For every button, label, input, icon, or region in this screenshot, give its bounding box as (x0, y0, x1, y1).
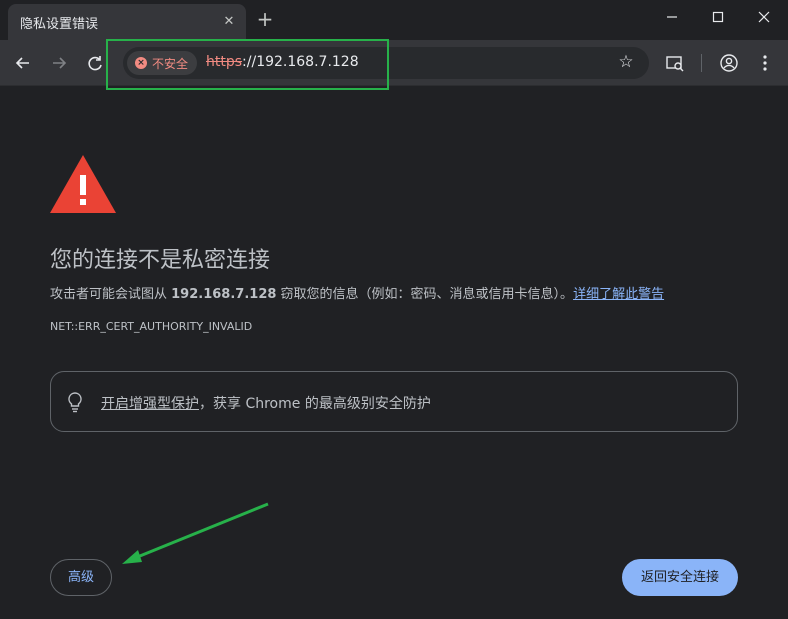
reload-button[interactable] (84, 52, 106, 74)
star-icon[interactable]: ☆ (616, 52, 636, 72)
profile-icon (720, 54, 738, 72)
enhanced-protection-card: 开启增强型保护，获享 Chrome 的最高级别安全防护 (50, 371, 738, 432)
menu-button[interactable] (754, 52, 776, 74)
page-title: 您的连接不是私密连接 (50, 248, 271, 273)
warning-description: 攻击者可能会试图从 192.168.7.128 窃取您的信息（例如：密码、消息或… (50, 283, 664, 302)
annotation-highlight-box (106, 39, 389, 90)
tab-active[interactable]: 隐私设置错误 ✕ (8, 4, 246, 40)
arrow-left-icon (15, 57, 29, 69)
tab-close-icon[interactable]: ✕ (220, 13, 238, 31)
profile-button[interactable] (718, 52, 740, 74)
forward-nav-button[interactable] (48, 52, 70, 74)
back-to-safety-button[interactable]: 返回安全连接 (622, 559, 738, 596)
tab-title: 隐私设置错误 (20, 17, 99, 32)
arrow-right-icon (53, 57, 67, 69)
desc-host: 192.168.7.128 (171, 287, 277, 302)
back-nav-button[interactable] (12, 52, 34, 74)
warning-icon (50, 155, 116, 213)
maximize-button[interactable] (705, 8, 731, 30)
protection-rest: ，获享 Chrome 的最高级别安全防护 (199, 396, 431, 412)
new-tab-button[interactable]: + (255, 9, 275, 29)
protection-text: 开启增强型保护，获享 Chrome 的最高级别安全防护 (101, 393, 431, 413)
reload-icon (88, 56, 102, 71)
enhanced-protection-link[interactable]: 开启增强型保护 (101, 396, 199, 412)
lightbulb-icon (68, 392, 82, 413)
desc-prefix: 攻击者可能会试图从 (50, 287, 172, 302)
desc-middle: 窃取您的信息（例如：密码、消息或信用卡信息）。 (276, 287, 574, 302)
toolbar-divider (701, 54, 702, 72)
learn-more-link[interactable]: 详细了解此警告 (573, 287, 664, 302)
title-bar: 隐私设置错误 ✕ + (0, 0, 788, 40)
error-code: NET::ERR_CERT_AUTHORITY_INVALID (50, 320, 253, 333)
close-icon (758, 11, 770, 23)
more-vertical-icon (763, 55, 767, 71)
close-window-button[interactable] (751, 8, 777, 30)
advanced-button[interactable]: 高级 (50, 559, 112, 596)
maximize-icon (712, 11, 724, 23)
minimize-icon (667, 16, 677, 18)
side-panel-search-button[interactable] (664, 52, 686, 74)
side-panel-search-icon (666, 56, 684, 72)
annotation-arrow (122, 502, 269, 564)
minimize-button[interactable] (659, 8, 685, 30)
